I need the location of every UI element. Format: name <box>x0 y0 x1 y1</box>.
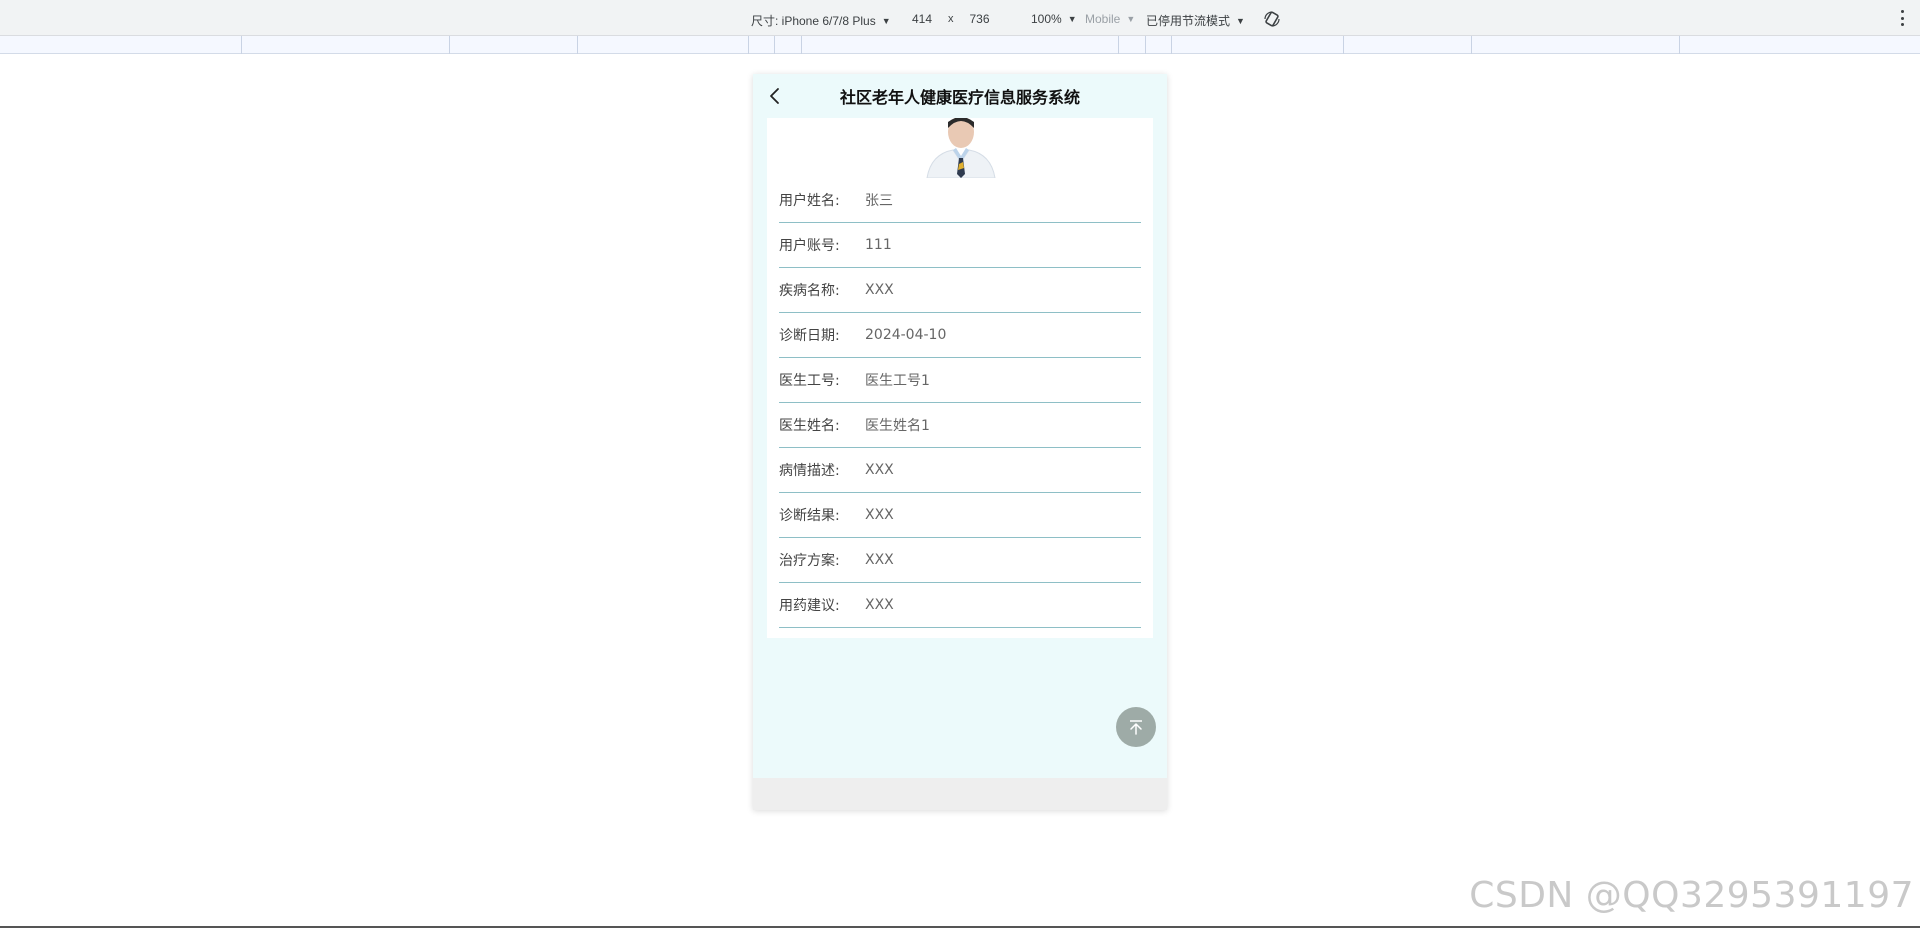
field-value: 医生工号1 <box>865 373 930 389</box>
field-label: 病情描述: <box>779 463 840 479</box>
chevron-down-icon: ▼ <box>1067 14 1077 24</box>
field-row: 医生姓名: 医生姓名1 <box>779 403 1141 448</box>
mobile-viewport: 社区老年人健康医疗信息服务系统 用户姓名: 张三 用户账号: 111 疾病名称:… <box>753 74 1167 810</box>
throttling-label: 已停用节流模式 <box>1146 14 1231 28</box>
field-value: 2024-04-10 <box>865 327 947 343</box>
times-sign: x <box>948 13 954 25</box>
field-label: 用户姓名: <box>779 193 840 209</box>
rotate-icon[interactable] <box>1263 10 1281 28</box>
field-row: 诊断日期: 2024-04-10 <box>779 313 1141 358</box>
throttling-select[interactable]: 已停用节流模式 ▼ <box>1146 12 1245 29</box>
chevron-down-icon: ▼ <box>1236 15 1245 26</box>
device-select-label: 尺寸: iPhone 6/7/8 Plus <box>751 14 876 28</box>
device-type-label: Mobile <box>1085 12 1121 26</box>
field-value: XXX <box>865 507 894 523</box>
zoom-label: 100% <box>1031 12 1062 26</box>
field-value: XXX <box>865 597 894 613</box>
chevron-down-icon: ▼ <box>1126 14 1136 24</box>
field-label: 疾病名称: <box>779 283 840 299</box>
chevron-down-icon: ▼ <box>881 15 891 26</box>
field-value: 111 <box>865 237 892 253</box>
field-row: 用户账号: 111 <box>779 223 1141 268</box>
field-value: XXX <box>865 282 894 298</box>
media-query-ruler <box>0 36 1920 54</box>
back-to-top-button[interactable] <box>1116 707 1156 747</box>
field-row: 治疗方案: XXX <box>779 538 1141 583</box>
zoom-select[interactable]: 100% ▼ <box>1031 12 1077 26</box>
app-footer <box>753 778 1167 810</box>
field-label: 医生姓名: <box>779 418 840 434</box>
field-row: 用户姓名: 张三 <box>779 178 1141 223</box>
field-value: 医生姓名1 <box>865 418 930 434</box>
back-to-top-icon <box>1130 720 1142 735</box>
record-detail-card: 用户姓名: 张三 用户账号: 111 疾病名称: XXX 诊断日期: 2024-… <box>767 118 1153 638</box>
app-header: 社区老年人健康医疗信息服务系统 <box>753 74 1167 118</box>
field-label: 医生工号: <box>779 373 840 389</box>
field-value: 张三 <box>865 193 893 209</box>
back-arrow-icon[interactable] <box>765 86 785 106</box>
watermark: CSDN @QQ3295391197 <box>1469 875 1914 916</box>
devtools-device-toolbar: 尺寸: iPhone 6/7/8 Plus ▼ 414 x 736 100% ▼… <box>0 0 1920 36</box>
kebab-menu-icon[interactable] <box>1900 10 1904 26</box>
field-label: 用户账号: <box>779 238 840 254</box>
height-input[interactable]: 736 <box>958 12 1002 26</box>
field-label: 用药建议: <box>779 598 840 614</box>
field-row: 诊断结果: XXX <box>779 493 1141 538</box>
field-label: 诊断日期: <box>779 328 840 344</box>
field-row: 疾病名称: XXX <box>779 268 1141 313</box>
field-value: XXX <box>865 462 894 478</box>
avatar <box>923 118 999 178</box>
page-title: 社区老年人健康医疗信息服务系统 <box>839 88 1080 107</box>
field-label: 治疗方案: <box>779 553 840 569</box>
field-value: XXX <box>865 552 894 568</box>
field-label: 诊断结果: <box>779 508 840 524</box>
field-row: 病情描述: XXX <box>779 448 1141 493</box>
viewport-size: 414 x 736 <box>900 12 1002 26</box>
device-select[interactable]: 尺寸: iPhone 6/7/8 Plus ▼ <box>751 12 891 29</box>
field-row: 用药建议: XXX <box>779 583 1141 628</box>
field-row: 医生工号: 医生工号1 <box>779 358 1141 403</box>
device-type-select[interactable]: Mobile ▼ <box>1085 12 1135 26</box>
width-input[interactable]: 414 <box>900 12 944 26</box>
